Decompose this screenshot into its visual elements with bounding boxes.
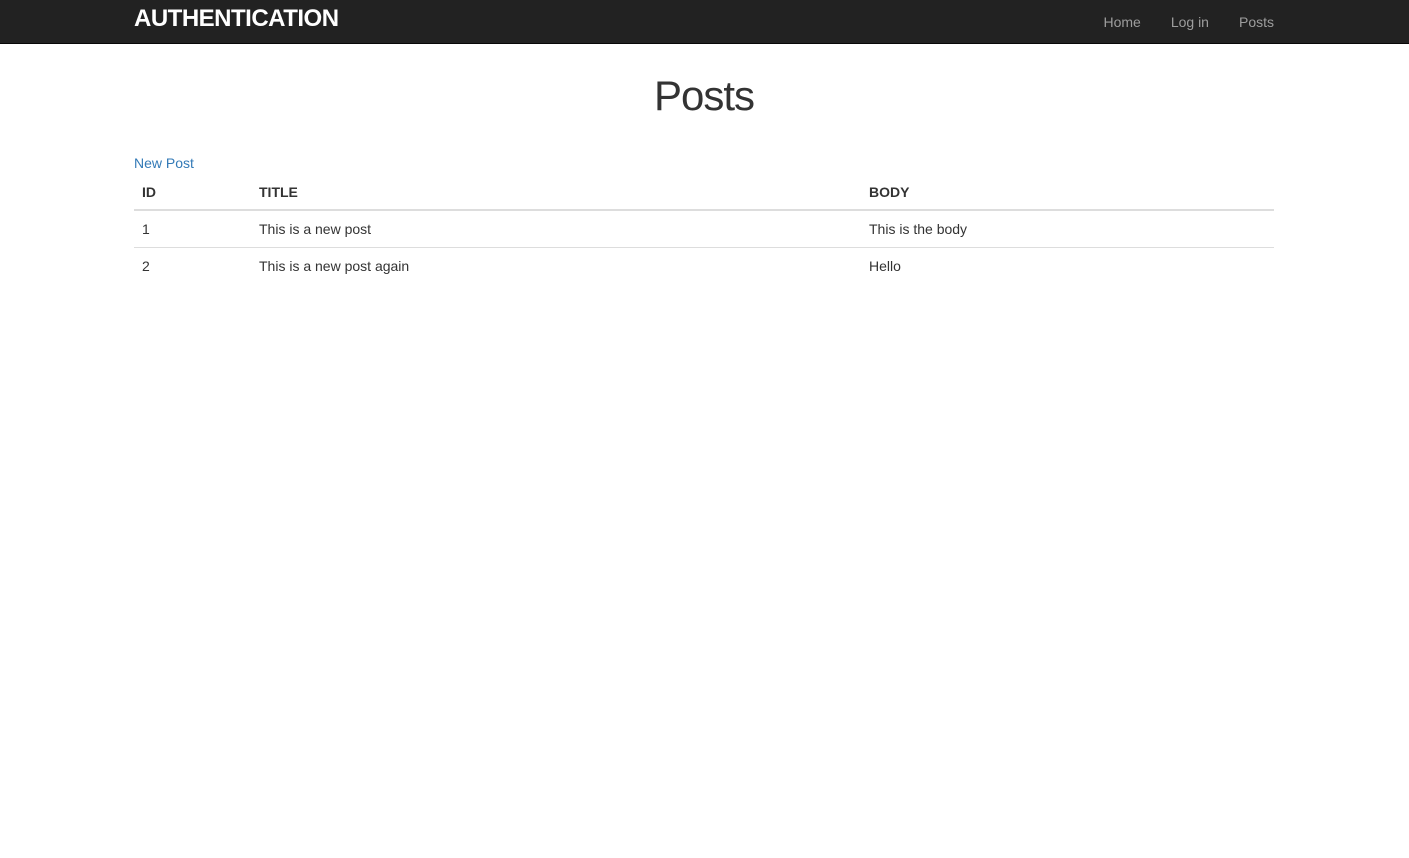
- brand-link[interactable]: AUTHENTICATION: [134, 6, 339, 32]
- table-row: 2 This is a new post again Hello: [134, 247, 1274, 284]
- cell-id: 1: [142, 221, 150, 237]
- cell-body: Hello: [861, 247, 1274, 284]
- cell-title: This is a new post: [259, 221, 372, 237]
- header-body: BODY: [861, 175, 1274, 211]
- header-title: TITLE: [251, 175, 861, 211]
- table-row: 1 This is a new post This is the body: [134, 210, 1274, 248]
- cell-title: This is a new post again: [251, 247, 861, 284]
- nav-posts-link[interactable]: Posts: [1239, 13, 1274, 31]
- nav-login-link[interactable]: Log in: [1171, 13, 1209, 31]
- cell-id: 2: [134, 247, 251, 284]
- navbar: AUTHENTICATION Home Log in Posts: [0, 0, 1409, 44]
- nav-home-link[interactable]: Home: [1103, 13, 1140, 31]
- header-id: ID: [134, 175, 251, 211]
- nav-links: Home Log in Posts: [1103, 0, 1274, 43]
- new-post-link[interactable]: New Post: [134, 155, 1274, 172]
- page-title: Posts: [653, 72, 755, 119]
- posts-table: ID TITLE BODY 1 This is a new post This …: [134, 175, 1274, 284]
- cell-body: This is the body: [869, 221, 968, 237]
- main-container: Posts New Post ID TITLE BODY 1 This is a…: [134, 44, 1274, 284]
- table-header-row: ID TITLE BODY: [134, 175, 1274, 211]
